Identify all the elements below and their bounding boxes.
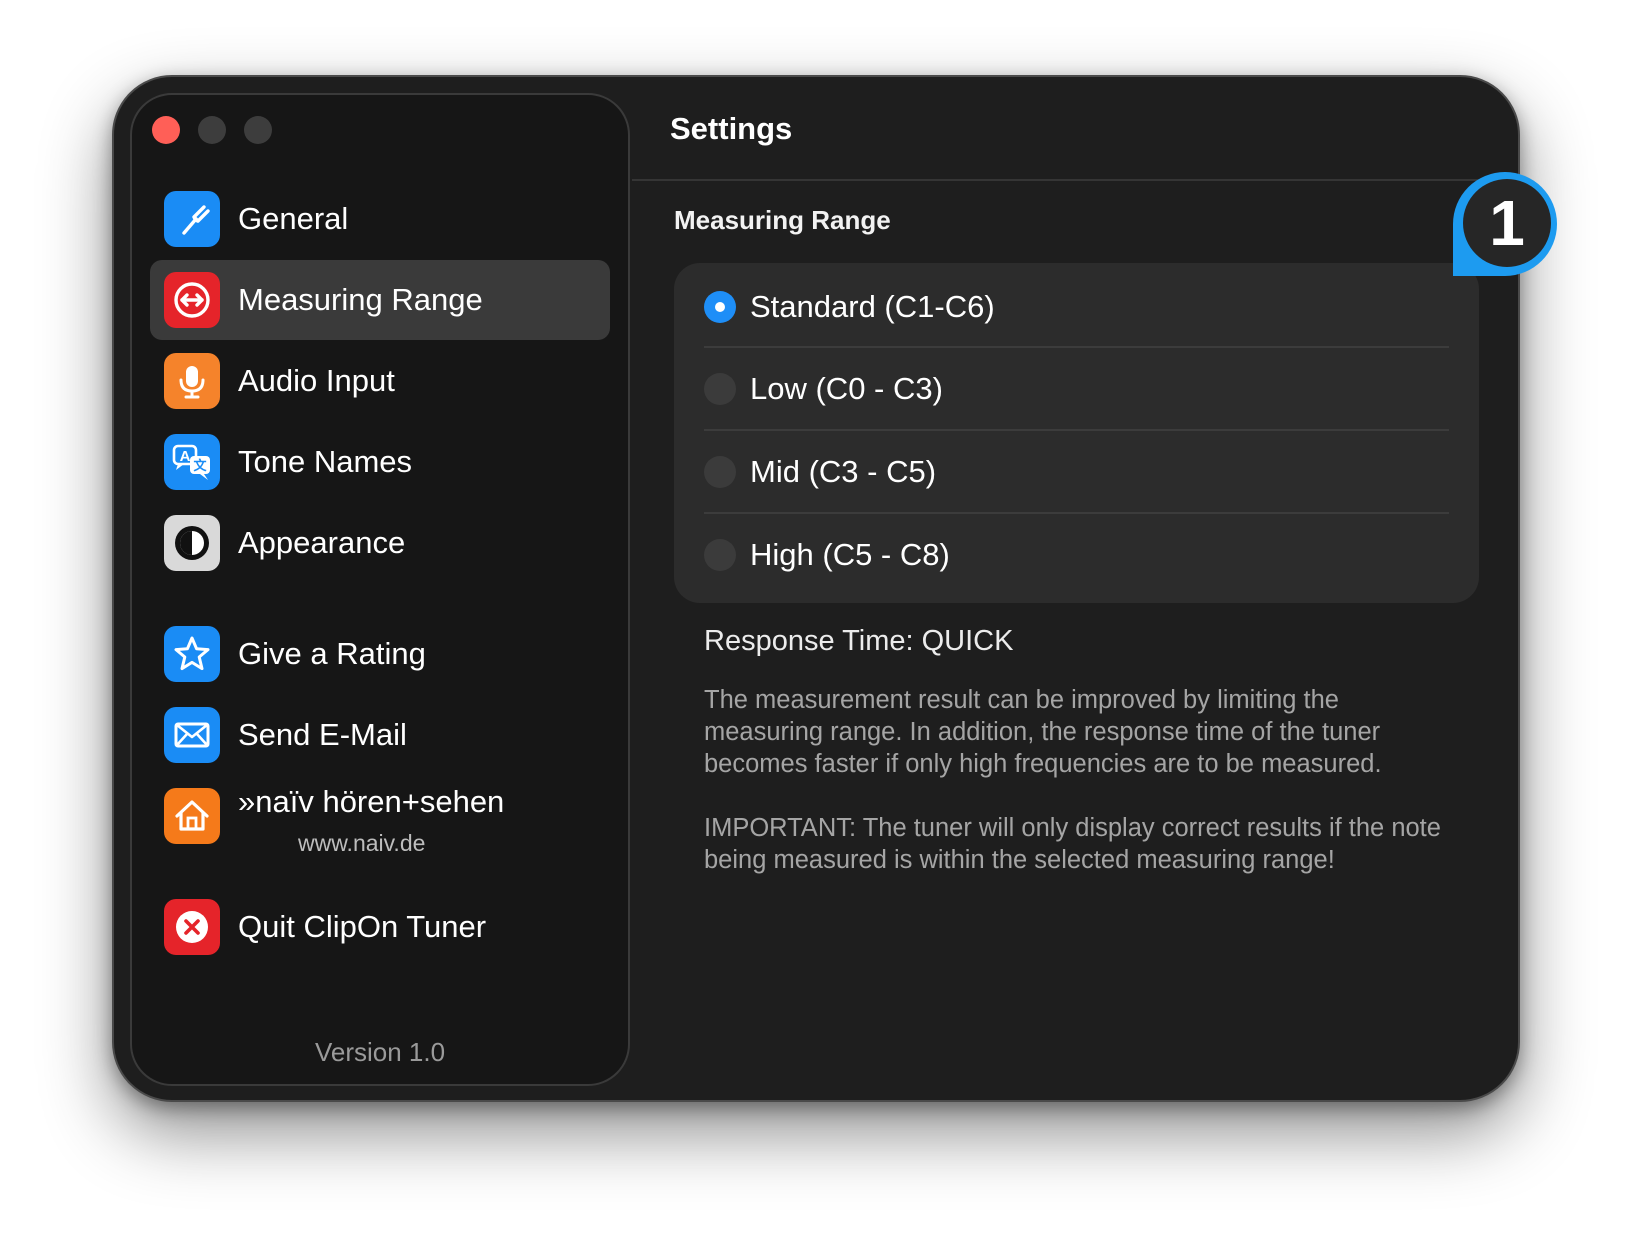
radio-option-mid[interactable]: Mid (C3 - C5): [704, 430, 1449, 514]
radio-option-low[interactable]: Low (C0 - C3): [704, 347, 1449, 431]
radio-button[interactable]: [704, 456, 736, 488]
page-title: Settings: [670, 111, 793, 146]
star-icon: [164, 626, 220, 682]
radio-label: Mid (C3 - C5): [750, 454, 937, 489]
radio-option-high[interactable]: High (C5 - C8): [704, 513, 1449, 597]
radio-label: Low (C0 - C3): [750, 371, 943, 406]
minimize-window-button[interactable]: [198, 116, 226, 144]
header-divider: [632, 179, 1518, 181]
radio-label: Standard (C1-C6): [750, 289, 995, 324]
zoom-window-button[interactable]: [244, 116, 272, 144]
sidebar-item-send-email[interactable]: Send E-Mail: [150, 695, 610, 775]
sidebar-item-measuring-range[interactable]: Measuring Range: [150, 260, 610, 340]
radio-button[interactable]: [704, 291, 736, 323]
contrast-icon: [164, 515, 220, 571]
svg-text:文: 文: [193, 458, 207, 474]
close-window-button[interactable]: [152, 116, 180, 144]
microphone-icon: [164, 353, 220, 409]
measuring-range-options: Standard (C1-C6) Low (C0 - C3) Mid (C3 -…: [674, 263, 1479, 603]
sidebar-item-label: Measuring Range: [238, 282, 483, 317]
sidebar-item-appearance[interactable]: Appearance: [150, 503, 610, 583]
sidebar-item-label: Give a Rating: [238, 636, 426, 671]
sidebar-item-give-rating[interactable]: Give a Rating: [150, 614, 610, 694]
envelope-icon: [164, 707, 220, 763]
sidebar-item-general[interactable]: General: [150, 179, 610, 259]
sidebar-item-label: Appearance: [238, 525, 406, 560]
close-circle-icon: [164, 899, 220, 955]
settings-window: General Measuring Range Audio Input A 文 …: [112, 75, 1520, 1102]
sidebar-item-label: General: [238, 201, 349, 236]
sidebar-item-label: Quit ClipOn Tuner: [238, 909, 487, 944]
callout-number: 1: [1489, 187, 1525, 259]
sidebar-item-quit[interactable]: Quit ClipOn Tuner: [150, 887, 610, 967]
sidebar-item-website[interactable]: »naïv hören+sehen www.naiv.de: [150, 776, 610, 856]
svg-text:A: A: [180, 448, 191, 465]
sidebar-item-label: Tone Names: [238, 444, 413, 479]
sidebar-item-sublabel: www.naiv.de: [298, 830, 426, 856]
tuning-fork-icon: [164, 191, 220, 247]
version-label: Version 1.0: [314, 1037, 446, 1067]
important-note: IMPORTANT: The tuner will only display c…: [704, 814, 1441, 874]
callout-badge: 1: [1451, 172, 1559, 280]
radio-label: High (C5 - C8): [750, 537, 950, 572]
radio-button[interactable]: [704, 373, 736, 405]
radio-option-standard[interactable]: Standard (C1-C6): [704, 265, 1449, 349]
range-arrows-icon: [164, 272, 220, 328]
sidebar-item-label: Audio Input: [238, 363, 395, 398]
window-controls: [152, 116, 272, 144]
translate-icon: A 文: [164, 434, 220, 490]
sidebar-item-tone-names[interactable]: A 文 Tone Names: [150, 422, 610, 502]
sidebar-item-label: »naïv hören+sehen: [238, 784, 505, 819]
house-icon: [164, 788, 220, 844]
response-time-label: Response Time: QUICK: [704, 625, 1014, 657]
sidebar: General Measuring Range Audio Input A 文 …: [130, 93, 630, 1086]
section-title: Measuring Range: [674, 205, 891, 235]
stage: General Measuring Range Audio Input A 文 …: [0, 0, 1628, 1248]
radio-button[interactable]: [704, 539, 736, 571]
sidebar-item-audio-input[interactable]: Audio Input: [150, 341, 610, 421]
sidebar-item-label: Send E-Mail: [238, 717, 407, 752]
description-text: The measurement result can be improved b…: [704, 686, 1382, 778]
